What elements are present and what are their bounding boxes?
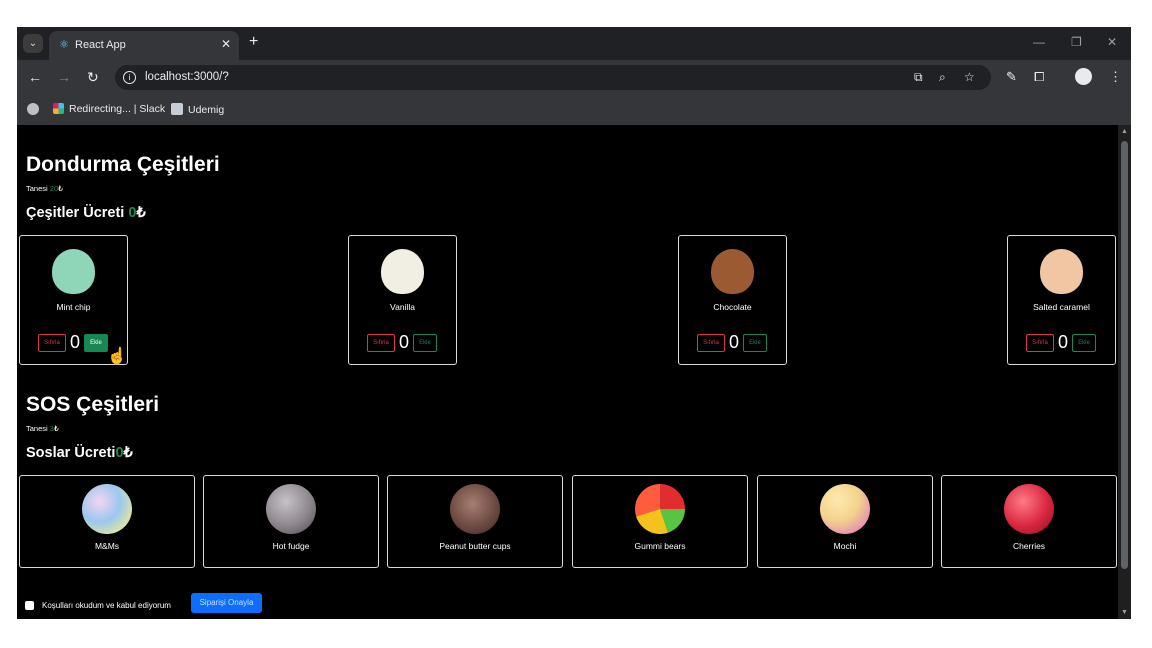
forward-icon[interactable]: →	[57, 69, 71, 85]
slack-icon	[53, 103, 64, 114]
close-icon[interactable]: ✕	[221, 37, 231, 51]
ice-name: Mint chip	[56, 302, 91, 312]
ice-name: Vanilla	[390, 302, 415, 312]
minimize-icon[interactable]: —	[1033, 35, 1045, 49]
ice-controls: Sıfırla 0 Ekle	[697, 332, 769, 352]
react-icon: ⚛	[59, 39, 69, 51]
terms-checkbox[interactable]	[25, 601, 34, 610]
cherries-image	[1004, 484, 1054, 534]
sauce-card[interactable]: Hot fudge	[203, 475, 379, 568]
ice-count: 0	[399, 332, 410, 352]
peanut-butter-cups-image	[450, 484, 500, 534]
ice-card: Mint chip Sıfırla 0 Ekle ☝	[19, 235, 128, 365]
vanilla-image	[381, 249, 424, 294]
ice-name: Chocolate	[713, 302, 752, 312]
bookmark-udemig[interactable]: Udemig	[171, 103, 224, 116]
ice-section-title: Dondurma Çeşitleri	[26, 153, 220, 176]
sauce-name: Peanut butter cups	[439, 541, 511, 551]
page-scrollbar[interactable]: ▲ ▼	[1118, 125, 1131, 619]
ice-count: 0	[70, 332, 81, 352]
ice-name: Salted caramel	[1033, 302, 1090, 312]
new-tab-button[interactable]: +	[249, 33, 258, 51]
add-button[interactable]: Ekle	[743, 334, 767, 352]
scroll-down-icon[interactable]: ▼	[1121, 609, 1128, 616]
edit-icon[interactable]: ✎	[1006, 69, 1017, 85]
ice-card: Vanilla Sıfırla 0 Ekle	[348, 235, 457, 365]
ice-count: 0	[729, 332, 740, 352]
ice-controls: Sıfırla 0 Ekle	[367, 332, 439, 352]
sauce-card[interactable]: Peanut butter cups	[387, 475, 563, 568]
restore-icon[interactable]: ❐	[1071, 35, 1082, 49]
salted-caramel-image	[1040, 249, 1083, 294]
sauce-card[interactable]: M&Ms	[19, 475, 195, 568]
reset-button[interactable]: Sıfırla	[38, 334, 66, 352]
mms-image	[82, 484, 132, 534]
address-bar[interactable]: i localhost:3000/? ⧉ ⌕ ☆	[115, 65, 991, 90]
bookmarks-bar: Redirecting... | Slack Udemig	[17, 95, 1131, 125]
reset-button[interactable]: Sıfırla	[1026, 334, 1054, 352]
add-button[interactable]: Ekle	[84, 334, 108, 352]
window-close-icon[interactable]: ✕	[1107, 35, 1117, 49]
ice-total: Çeşitler Ücreti 0₺	[26, 205, 146, 221]
browser-toolbar: ← → ↻ i localhost:3000/? ⧉ ⌕ ☆ ✎ ⧠ ⋮	[17, 60, 1131, 95]
scroll-thumb[interactable]	[1121, 141, 1128, 569]
hand-cursor-icon: ☝	[107, 348, 127, 365]
sauce-name: Mochi	[833, 541, 857, 551]
chocolate-image	[711, 249, 754, 294]
ice-unit-price: Tanesi 20₺	[26, 184, 63, 193]
sauce-card[interactable]: Cherries	[941, 475, 1117, 568]
sauce-name: Gummi bears	[634, 541, 686, 551]
zoom-icon[interactable]: ⌕	[939, 70, 946, 85]
ice-controls: Sıfırla 0 Ekle ☝	[38, 332, 127, 365]
scroll-up-icon[interactable]: ▲	[1121, 128, 1128, 135]
udemig-icon	[171, 103, 183, 115]
submit-order-button[interactable]: Siparişi Onayla	[191, 593, 262, 613]
gummi-bears-image	[635, 484, 685, 534]
tab-search-button[interactable]: ⌄	[23, 34, 43, 53]
install-icon[interactable]: ⧉	[914, 70, 923, 85]
mint-chip-image	[52, 249, 95, 294]
ice-count: 0	[1058, 332, 1069, 352]
browser-window: ⌄ ⚛ React App ✕ + — ❐ ✕ ← → ↻ i localhos…	[17, 27, 1131, 619]
menu-icon[interactable]: ⋮	[1109, 69, 1122, 85]
ice-controls: Sıfırla 0 Ekle	[1026, 332, 1098, 352]
star-icon[interactable]: ☆	[964, 70, 975, 84]
page-content: Dondurma Çeşitleri Tanesi 20₺ Çeşitler Ü…	[17, 125, 1118, 619]
reset-button[interactable]: Sıfırla	[697, 334, 725, 352]
profile-avatar[interactable]	[1075, 68, 1092, 85]
sauce-unit-price: Tanesi 3₺	[26, 424, 59, 433]
tab-title: React App	[75, 39, 126, 51]
sauce-card[interactable]: Gummi bears	[572, 475, 748, 568]
active-tab[interactable]: ⚛ React App ✕	[49, 31, 239, 60]
extensions-icon[interactable]: ⧠	[1034, 69, 1044, 85]
sauce-section-title: SOS Çeşitleri	[26, 393, 160, 416]
sauce-name: Hot fudge	[272, 541, 310, 551]
hot-fudge-image	[266, 484, 316, 534]
info-icon[interactable]: i	[123, 71, 136, 84]
bookmark-slack[interactable]: Redirecting... | Slack	[53, 103, 165, 115]
reload-icon[interactable]: ↻	[87, 69, 99, 85]
terms-label: Koşulları okudum ve kabul ediyorum	[42, 601, 171, 610]
ice-card: Chocolate Sıfırla 0 Ekle	[678, 235, 787, 365]
ice-card: Salted caramel Sıfırla 0 Ekle	[1007, 235, 1116, 365]
mochi-image	[820, 484, 870, 534]
reset-button[interactable]: Sıfırla	[367, 334, 395, 352]
url-text: localhost:3000/?	[145, 71, 229, 83]
sauce-card[interactable]: Mochi	[757, 475, 933, 568]
add-button[interactable]: Ekle	[413, 334, 437, 352]
back-icon[interactable]: ←	[28, 69, 42, 85]
sauce-name: Cherries	[1012, 541, 1046, 551]
sauce-total: Soslar Ücreti0₺	[26, 445, 133, 461]
sauce-name: M&Ms	[94, 541, 120, 551]
tab-bar: ⌄ ⚛ React App ✕ + — ❐ ✕	[17, 27, 1131, 60]
add-button[interactable]: Ekle	[1072, 334, 1096, 352]
globe-icon[interactable]	[27, 103, 39, 115]
